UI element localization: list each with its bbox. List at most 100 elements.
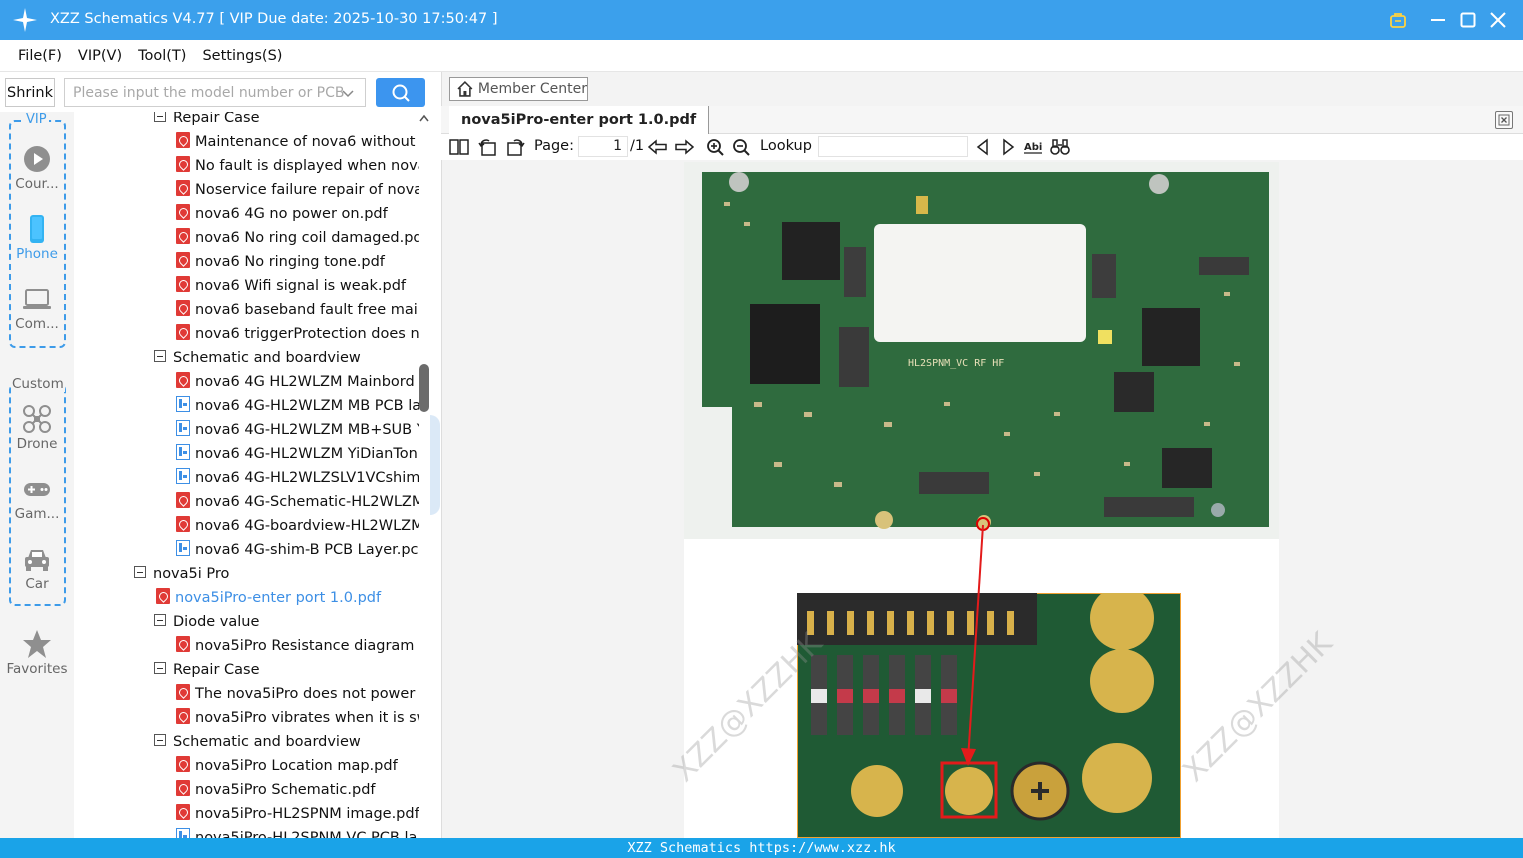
tree-file[interactable]: nova6 4G HL2WLZM Mainbord [176,370,419,394]
tree-file[interactable]: nova5iPro vibrates when it is sw [176,706,419,730]
minimize-button[interactable] [1426,8,1450,32]
member-center-button[interactable]: Member Center [449,77,588,101]
close-all-tabs-button[interactable] [1495,111,1513,129]
category-phone-label: Phone [16,246,58,262]
file-tree: Repair Case Maintenance of nova6 without N… [74,112,430,838]
page-label: Page: [534,138,574,154]
tree-file[interactable]: nova5iPro-HL2SPNM VC PCB la [176,826,419,838]
tree-file[interactable]: nova5iPro Resistance diagram c [176,634,419,658]
pdf-file-icon [176,756,190,772]
rotate-right-icon[interactable] [505,138,525,156]
tree-file[interactable]: nova6 No ring coil damaged.pd [176,226,419,250]
tree-file[interactable]: nova5iPro-HL2SPNM image.pdf [176,802,419,826]
tree-file[interactable]: nova6 triggerProtection does n [176,322,419,346]
zoom-out-icon[interactable] [732,138,752,156]
menu-settings[interactable]: Settings(S) [202,48,282,64]
tree-folder[interactable]: Diode value [154,610,419,634]
tree-file[interactable]: nova6 4G no power on.pdf [176,202,419,226]
binoculars-icon[interactable] [1050,138,1070,156]
tree-folder[interactable]: Schematic and boardview [154,730,419,754]
tree-file[interactable]: nova5iPro-enter port 1.0.pdf [156,586,419,610]
tree-item-label: Diode value [173,614,260,630]
tree-file[interactable]: nova6 4G-HL2WLZM MB+SUB Y [176,418,419,442]
pdf-file-icon [176,324,190,340]
maximize-button[interactable] [1456,8,1480,32]
shrink-button[interactable]: Shrink [5,78,55,107]
tree-item-label: Maintenance of nova6 without [195,134,416,150]
menu-vip[interactable]: VIP(V) [78,48,122,64]
tree-file[interactable]: nova6 4G-Schematic-HL2WLZM [176,490,419,514]
pcb-file-icon [176,444,190,460]
search-button[interactable] [376,78,425,107]
tree-file[interactable]: The nova5iPro does not power [176,682,419,706]
category-favorites-label: Favorites [6,661,68,677]
tree-item-label: nova6 4G-HL2WLZM YiDianTon [195,446,418,462]
menu-tool[interactable]: Tool(T) [138,48,186,64]
collapse-toggle-icon[interactable] [154,112,166,122]
tree-file[interactable]: nova6 4G-boardview-HL2WLZM [176,514,419,538]
find-prev-icon[interactable] [973,138,993,156]
page-total: /1 [630,138,645,154]
model-search-input[interactable]: Please input the model number or PCB [64,78,366,107]
tree-file[interactable]: nova6 4G-HL2WLZM YiDianTon [176,442,419,466]
collapse-toggle-icon[interactable] [154,662,166,674]
zoom-in-icon[interactable] [706,138,726,156]
collapse-toggle-icon[interactable] [154,350,166,362]
find-next-icon[interactable] [998,138,1018,156]
tree-folder[interactable]: Repair Case [154,658,419,682]
category-course[interactable]: Cour... [0,144,74,192]
pdf-file-icon [176,180,190,196]
category-game[interactable]: Gam... [0,474,74,522]
two-page-view-icon[interactable] [449,138,469,156]
tree-file[interactable]: nova5iPro Schematic.pdf [176,778,419,802]
menu-file[interactable]: File(F) [18,48,62,64]
collapse-toggle-icon[interactable] [154,614,166,626]
pdf-file-icon [176,204,190,220]
tree-file[interactable]: nova5iPro Location map.pdf [176,754,419,778]
tree-folder[interactable]: nova5i Pro [134,562,419,586]
tree-file[interactable]: Noservice failure repair of nova [176,178,419,202]
category-favorites[interactable]: Favorites [0,629,74,677]
page-number-input[interactable]: 1 [578,136,628,157]
tree-file[interactable]: nova6 No ringing tone.pdf [176,250,419,274]
car-icon [25,550,49,571]
tree-scrollbar-thumb[interactable] [419,364,429,412]
tree-file[interactable]: nova6 4G-shim-B PCB Layer.pcb [176,538,419,562]
tree-item-label: No fault is displayed when nova [195,158,419,174]
pdf-file-icon [176,780,190,796]
rotate-left-icon[interactable] [478,138,498,156]
document-tab[interactable]: nova5iPro-enter port 1.0.pdf [449,106,710,134]
close-tab-icon [1498,114,1510,126]
tree-file[interactable]: No fault is displayed when nova [176,154,419,178]
tree-item-label: The nova5iPro does not power [195,686,416,702]
chevron-down-icon[interactable] [341,86,355,100]
pdf-file-icon [156,588,170,604]
pdf-file-icon [176,276,190,292]
category-drone[interactable]: Drone [0,404,74,452]
category-phone[interactable]: Phone [0,214,74,262]
match-case-icon[interactable]: Abi [1023,138,1043,156]
panel-splitter-handle[interactable] [430,415,440,515]
collapse-toggle-icon[interactable] [154,734,166,746]
tree-file[interactable]: Maintenance of nova6 without [176,130,419,154]
pcb-file-icon [176,468,190,484]
close-button[interactable] [1486,8,1510,32]
pcb-file-icon [176,540,190,556]
vip-bag-icon[interactable] [1386,8,1410,32]
tree-folder[interactable]: Schematic and boardview [154,346,419,370]
next-page-icon[interactable] [674,138,694,156]
pdf-file-icon [176,684,190,700]
tree-file[interactable]: nova6 Wifi signal is weak.pdf [176,274,419,298]
collapse-toggle-icon[interactable] [134,566,146,578]
tree-folder[interactable]: Repair Case [154,112,419,130]
scroll-up-icon[interactable] [419,114,429,122]
member-center-label: Member Center [477,81,587,97]
prev-page-icon[interactable] [648,138,668,156]
category-computer[interactable]: Com... [0,284,74,332]
tree-file[interactable]: nova6 4G-HL2WLZM MB PCB la [176,394,419,418]
tree-file[interactable]: nova6 4G-HL2WLZSLV1VCshim- [176,466,419,490]
tree-file[interactable]: nova6 baseband fault free mair [176,298,419,322]
lookup-input[interactable] [818,136,968,157]
category-car-label: Car [25,576,49,592]
category-car[interactable]: Car [0,544,74,592]
